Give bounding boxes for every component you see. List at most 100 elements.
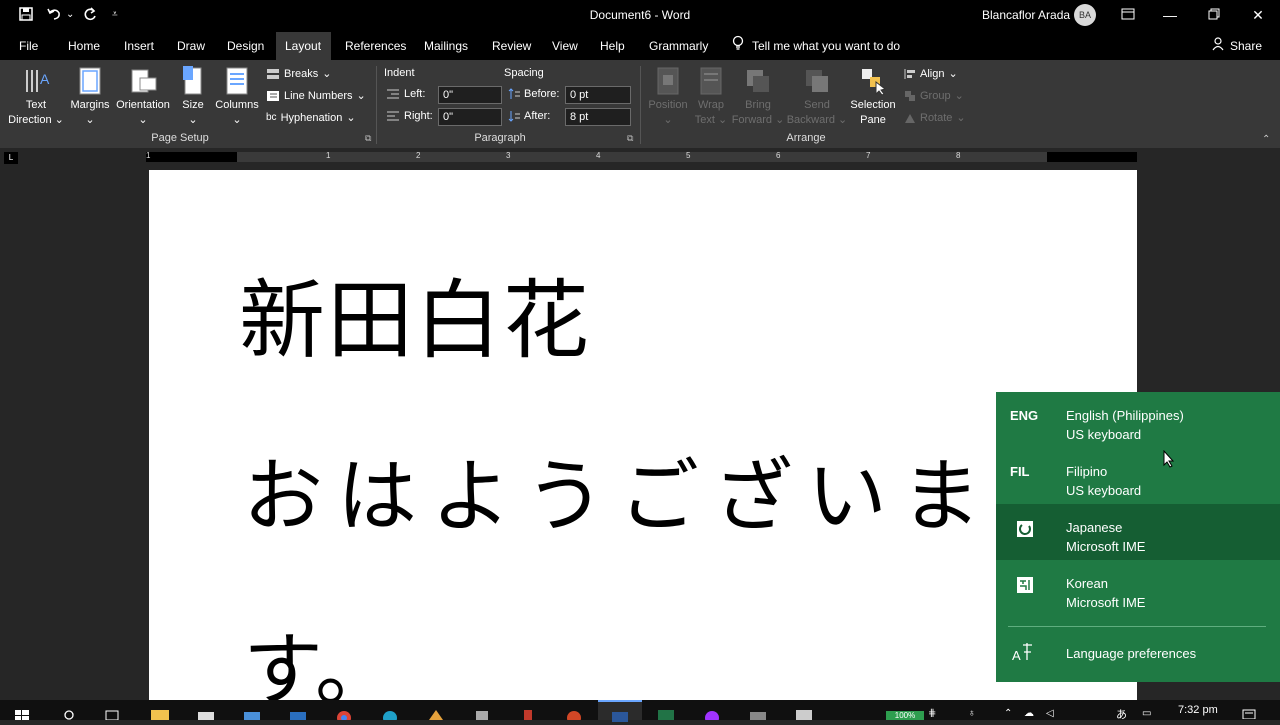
document-text-line[interactable]: おはようございま [243, 432, 995, 548]
language-preferences-label: Language preferences [1066, 646, 1197, 661]
tab-home[interactable]: Home [59, 32, 109, 60]
text-direction-button[interactable]: A Text Direction ⌄ [6, 66, 66, 128]
rotate-label: Rotate [920, 111, 953, 124]
position-label: Position [648, 99, 688, 111]
keyboard-name: US keyboard [1066, 483, 1142, 498]
calculator-icon[interactable] [472, 706, 490, 720]
word-taskbar-button[interactable] [598, 700, 642, 722]
wrap-text-icon [700, 67, 722, 95]
bring-forward-button[interactable]: Bring Forward ⌄ [730, 66, 786, 128]
powerpoint-icon[interactable] [564, 706, 582, 725]
task-view-icon[interactable] [104, 706, 122, 721]
ruler-number: 7 [866, 151, 871, 160]
printer-icon[interactable] [196, 706, 214, 720]
keyboard-name: Microsoft IME [1066, 595, 1146, 610]
align-button[interactable]: Align ⌄ [904, 67, 958, 80]
spacing-before-input[interactable]: 0 pt [565, 86, 631, 104]
search-icon[interactable] [62, 706, 80, 720]
tab-help[interactable]: Help [591, 32, 634, 60]
margins-icon [79, 67, 101, 95]
document-text-line[interactable]: 新田白花 [239, 250, 591, 375]
tab-file[interactable]: File [10, 32, 47, 60]
size-button[interactable]: Size ⌄ [176, 66, 210, 128]
user-name[interactable]: Blancaflor Arada [982, 8, 1070, 22]
chrome-icon[interactable] [334, 706, 352, 725]
mouse-cursor-icon [1163, 449, 1175, 473]
arrange-group-label: Arrange [786, 132, 826, 144]
margins-button[interactable]: Margins ⌄ [68, 66, 112, 128]
edge-icon[interactable] [380, 706, 398, 725]
rotate-button[interactable]: Rotate ⌄ [904, 111, 966, 124]
wrap-text-button[interactable]: Wrap Text ⌄ [692, 66, 730, 128]
tab-design[interactable]: Design [218, 32, 273, 60]
tab-view[interactable]: View [543, 32, 587, 60]
keyboard-icon[interactable]: ▭ [1142, 708, 1151, 719]
document-page[interactable]: 新田白花 おはようございま す。 [149, 170, 1137, 700]
file-explorer-icon[interactable] [150, 706, 169, 720]
document-text-line[interactable]: す。 [243, 606, 395, 700]
battery-indicator[interactable]: 100% [886, 711, 924, 720]
volume-icon[interactable]: ◁ [1046, 708, 1054, 719]
selection-pane-button[interactable]: Selection Pane [848, 66, 898, 128]
language-item-english[interactable]: ENG English (Philippines) US keyboard [996, 392, 1280, 448]
text-direction-label-2: Direction [8, 114, 52, 126]
tab-draw[interactable]: Draw [168, 32, 214, 60]
tab-references[interactable]: References [336, 32, 415, 60]
language-item-korean[interactable]: Korean Microsoft IME [996, 560, 1280, 616]
language-item-japanese[interactable]: Japanese Microsoft IME [996, 504, 1280, 560]
lightbulb-icon [732, 33, 744, 61]
ribbon-display-options-icon[interactable] [1116, 4, 1140, 26]
restore-icon[interactable] [1202, 4, 1226, 26]
messenger-icon[interactable] [702, 706, 720, 725]
send-backward-button[interactable]: Send Backward ⌄ [786, 66, 848, 128]
group-icon [905, 90, 915, 101]
breaks-button[interactable]: Breaks ⌄ [266, 67, 331, 80]
excel-icon[interactable] [656, 706, 674, 720]
indent-left-input[interactable]: 0" [438, 86, 502, 104]
clock-time[interactable]: 7:32 pm [1178, 704, 1218, 716]
tab-layout[interactable]: Layout [276, 32, 331, 60]
language-item-filipino[interactable]: FIL Filipino US keyboard [996, 448, 1280, 504]
photos-icon[interactable] [242, 706, 260, 720]
hyphenation-button[interactable]: bc Hyphenation ⌄ [266, 111, 356, 125]
indent-left-row: Left: [386, 88, 425, 100]
indent-heading: Indent [384, 67, 415, 79]
collapse-ribbon-icon[interactable]: ⌃ [1262, 134, 1270, 145]
page-setup-dialog-launcher-icon[interactable]: ⧉ [365, 133, 371, 144]
app-icon[interactable] [748, 706, 766, 720]
people-icon[interactable]: ♁ [968, 708, 976, 719]
mail-icon[interactable] [288, 706, 306, 720]
show-hidden-icons-icon[interactable]: ⌃ [1004, 708, 1012, 719]
paint-icon[interactable] [426, 706, 444, 720]
tell-me-search[interactable]: Tell me what you want to do [732, 32, 900, 60]
system-tray-icon[interactable]: ☁ [1024, 708, 1034, 719]
snipping-tool-icon[interactable] [794, 706, 812, 720]
close-icon[interactable]: ✕ [1246, 4, 1270, 26]
hyphenation-icon: bc [266, 112, 277, 123]
horizontal-ruler[interactable]: 1 1 2 3 4 5 6 7 8 [146, 151, 1137, 162]
hyphenation-label: Hyphenation [280, 111, 343, 124]
app-icon[interactable] [518, 706, 536, 720]
minimize-icon[interactable]: — [1158, 4, 1182, 26]
tab-review[interactable]: Review [483, 32, 540, 60]
tab-selector-icon[interactable]: L [4, 152, 18, 164]
bring-forward-label-1: Bring [745, 99, 771, 111]
tab-insert[interactable]: Insert [115, 32, 163, 60]
line-numbers-button[interactable]: Line Numbers ⌄ [266, 89, 366, 102]
margins-label: Margins [70, 99, 110, 111]
paragraph-dialog-launcher-icon[interactable]: ⧉ [627, 133, 633, 144]
orientation-button[interactable]: Orientation ⌄ [112, 66, 174, 128]
spacing-after-input[interactable]: 8 pt [565, 108, 631, 126]
tab-mailings[interactable]: Mailings [415, 32, 477, 60]
network-icon[interactable]: ⋕ [928, 708, 936, 719]
notifications-icon[interactable] [1242, 706, 1256, 720]
tab-grammarly[interactable]: Grammarly [640, 32, 717, 60]
columns-button[interactable]: Columns ⌄ [212, 66, 262, 128]
share-button[interactable]: Share [1212, 32, 1262, 60]
group-button[interactable]: Group ⌄ [904, 89, 964, 102]
windows-start-icon[interactable] [14, 706, 32, 720]
avatar[interactable]: BA [1074, 4, 1096, 26]
wrap-text-label-1: Wrap [697, 99, 725, 111]
indent-right-input[interactable]: 0" [438, 108, 502, 126]
position-button[interactable]: Position ⌄ [644, 66, 692, 128]
